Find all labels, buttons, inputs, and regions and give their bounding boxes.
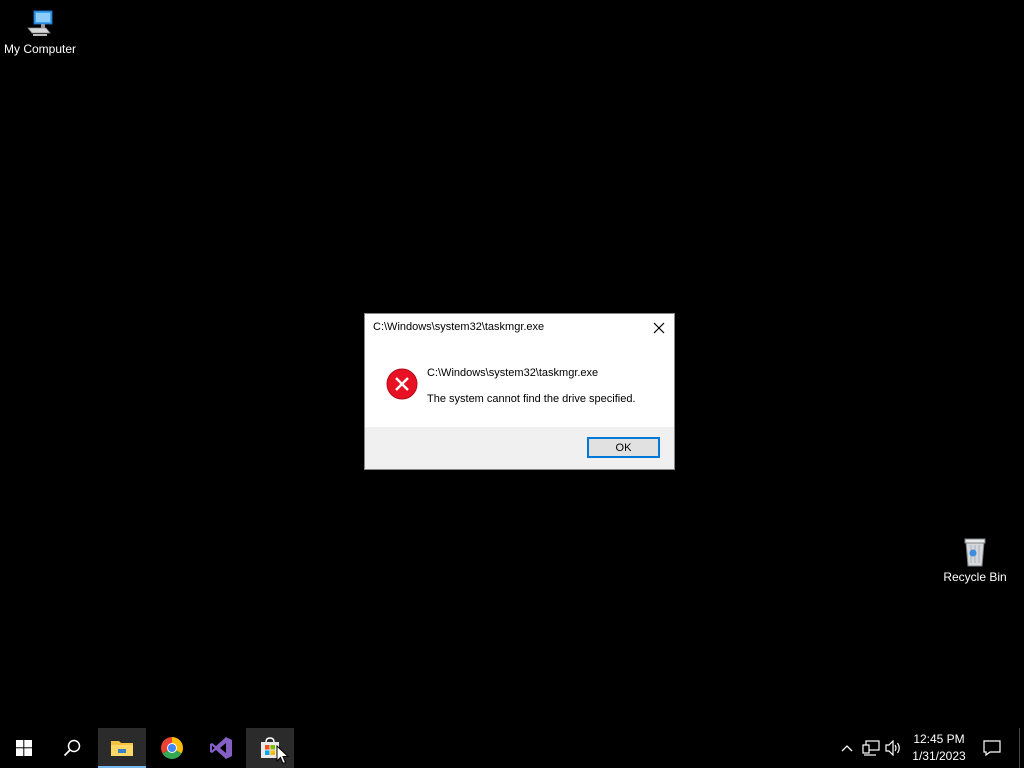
error-dialog: C:\Windows\system32\taskmgr.exe C:\Windo… bbox=[364, 313, 675, 470]
clock[interactable]: 12:45 PM 1/31/2023 bbox=[907, 731, 971, 765]
clock-date: 1/31/2023 bbox=[912, 749, 966, 763]
show-desktop-button[interactable] bbox=[1019, 728, 1024, 768]
taskbar-app-chrome[interactable] bbox=[148, 728, 196, 768]
clock-time: 12:45 PM bbox=[913, 732, 965, 746]
taskbar-app-file-explorer[interactable] bbox=[98, 728, 146, 768]
taskbar-app-visual-studio[interactable] bbox=[197, 728, 245, 768]
network-button[interactable] bbox=[860, 728, 882, 768]
chevron-up-icon bbox=[841, 745, 853, 752]
mouse-cursor-icon bbox=[276, 745, 289, 765]
notification-icon bbox=[983, 740, 1001, 756]
dialog-titlebar[interactable]: C:\Windows\system32\taskmgr.exe bbox=[365, 314, 674, 342]
chrome-icon bbox=[161, 737, 183, 759]
error-icon bbox=[386, 368, 418, 400]
folder-icon bbox=[111, 741, 133, 756]
dialog-title: C:\Windows\system32\taskmgr.exe bbox=[373, 321, 545, 333]
windows-start-icon bbox=[16, 740, 32, 756]
start-button[interactable] bbox=[0, 728, 48, 768]
search-icon bbox=[63, 739, 81, 757]
close-icon bbox=[653, 322, 665, 334]
network-icon bbox=[862, 740, 880, 756]
notification-center-button[interactable] bbox=[978, 728, 1006, 768]
ok-button[interactable]: OK bbox=[587, 437, 660, 458]
error-message-path: C:\Windows\system32\taskmgr.exe bbox=[427, 367, 599, 379]
desktop-icon-recycle-bin[interactable]: Recycle Bin bbox=[935, 536, 1015, 584]
error-message-text: The system cannot find the drive specifi… bbox=[427, 393, 636, 405]
dialog-body: C:\Windows\system32\taskmgr.exe The syst… bbox=[365, 342, 674, 428]
volume-icon bbox=[885, 740, 900, 756]
visual-studio-icon bbox=[210, 737, 232, 759]
desktop-icon-label: My Computer bbox=[3, 42, 77, 56]
desktop-icon-my-computer[interactable]: My Computer bbox=[0, 8, 80, 56]
taskbar: 12:45 PM 1/31/2023 bbox=[0, 728, 1024, 768]
desktop[interactable]: My Computer Recycle Bin C:\Windows\syste… bbox=[0, 0, 1024, 728]
close-button[interactable] bbox=[648, 318, 670, 338]
desktop-icon-label: Recycle Bin bbox=[943, 570, 1007, 584]
tray-overflow-button[interactable] bbox=[837, 728, 857, 768]
search-button[interactable] bbox=[48, 728, 96, 768]
computer-icon bbox=[27, 10, 53, 36]
volume-button[interactable] bbox=[884, 728, 904, 768]
recycle-bin-icon bbox=[964, 538, 986, 567]
dialog-footer: OK bbox=[365, 427, 674, 469]
